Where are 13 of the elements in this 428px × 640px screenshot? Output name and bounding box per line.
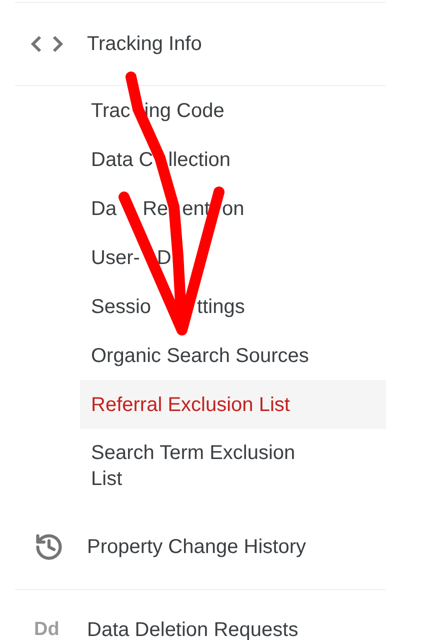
menu-item[interactable]: User- D — [80, 233, 386, 282]
menu-item[interactable]: Referral Exclusion List — [80, 380, 386, 429]
menu-link[interactable]: Data Deletion Requests — [87, 615, 298, 640]
menu-item[interactable]: Trac ing Code — [80, 86, 386, 135]
menu-item[interactable]: Sessio ttings — [80, 282, 386, 331]
history-icon — [34, 532, 64, 562]
deletion-icon: Dd — [34, 616, 64, 640]
menu-link[interactable]: Property Change History — [87, 532, 306, 562]
menu-item[interactable]: Data C llection — [80, 135, 386, 184]
menu-item[interactable]: Organic Search Sources — [80, 331, 386, 380]
section-header[interactable]: Tracking Info — [87, 29, 202, 59]
code-icon — [30, 34, 64, 54]
menu-item[interactable]: Search Term Exclusion List — [80, 429, 386, 503]
